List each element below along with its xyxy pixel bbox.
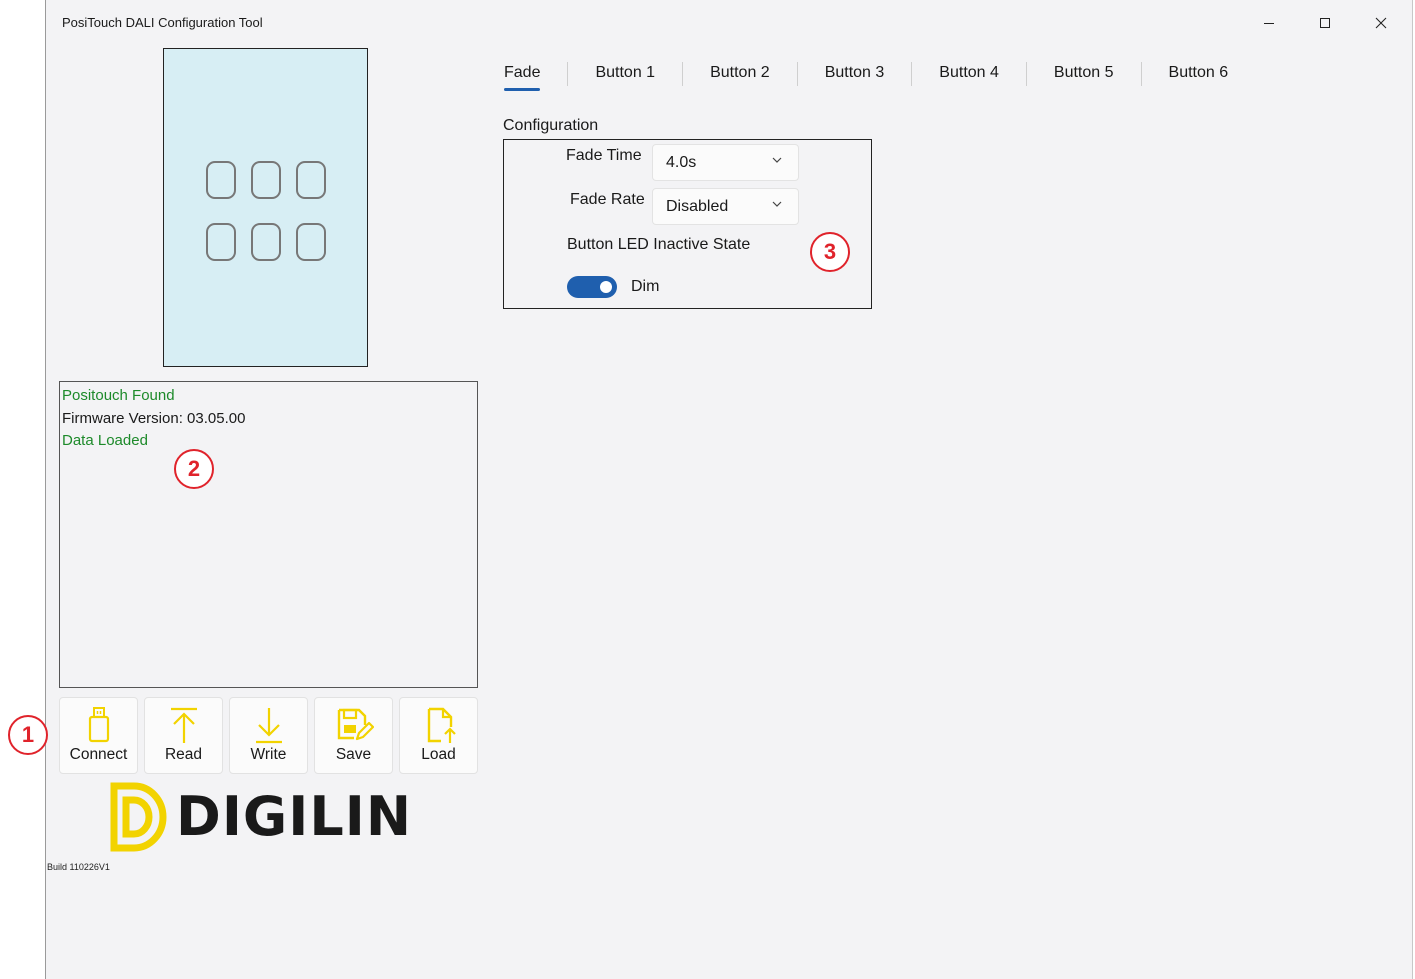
load-button[interactable]: Load bbox=[399, 697, 478, 774]
status-log: Positouch Found Firmware Version: 03.05.… bbox=[59, 381, 478, 688]
toggle-state-label: Dim bbox=[631, 278, 660, 295]
device-preview bbox=[163, 48, 368, 367]
preview-button-3[interactable] bbox=[296, 161, 326, 199]
window-title: PosiTouch DALI Configuration Tool bbox=[62, 15, 263, 30]
tab-separator bbox=[1025, 62, 1027, 86]
connect-label: Connect bbox=[69, 746, 128, 763]
preview-button-5[interactable] bbox=[251, 223, 281, 261]
close-icon bbox=[1375, 17, 1387, 29]
app-window: PosiTouch DALI Configuration Tool Posito… bbox=[45, 0, 1413, 979]
tab-separator bbox=[567, 62, 569, 86]
download-arrow-icon bbox=[255, 708, 282, 744]
tab-button-3[interactable]: Button 3 bbox=[825, 62, 885, 84]
tab-button-2[interactable]: Button 2 bbox=[710, 62, 770, 84]
save-button[interactable]: Save bbox=[314, 697, 393, 774]
minimize-button[interactable] bbox=[1246, 8, 1292, 38]
configuration-panel: Fade Time 4.0s Fade Rate Disabled Button… bbox=[503, 139, 872, 309]
minimize-icon bbox=[1264, 23, 1274, 24]
digilin-logo-icon bbox=[110, 782, 167, 852]
logo-text: DIGILIN bbox=[176, 785, 413, 848]
fade-time-label: Fade Time bbox=[566, 147, 642, 164]
connect-button[interactable]: Connect bbox=[59, 697, 138, 774]
log-line: Positouch Found bbox=[62, 387, 175, 404]
fade-rate-select[interactable]: Disabled bbox=[652, 188, 799, 225]
preview-button-1[interactable] bbox=[206, 161, 236, 199]
load-label: Load bbox=[421, 746, 456, 763]
chevron-down-icon bbox=[772, 157, 782, 163]
action-toolbar: Connect Read Write Save Load bbox=[59, 697, 478, 774]
fade-time-value: 4.0s bbox=[666, 154, 697, 171]
company-logo: DIGILIN bbox=[110, 782, 412, 852]
tab-button-6[interactable]: Button 6 bbox=[1169, 62, 1229, 84]
tab-separator bbox=[682, 62, 684, 86]
tab-button-5[interactable]: Button 5 bbox=[1054, 62, 1114, 84]
upload-arrow-icon bbox=[170, 707, 197, 743]
tab-separator bbox=[911, 62, 913, 86]
floppy-edit-icon bbox=[337, 708, 374, 741]
tab-separator bbox=[1140, 62, 1142, 86]
usb-drive-icon bbox=[88, 707, 109, 743]
log-line: Data Loaded bbox=[62, 432, 148, 449]
callout-marker-1: 1 bbox=[8, 715, 48, 755]
toggle-knob bbox=[600, 281, 612, 293]
chevron-down-icon bbox=[772, 201, 782, 207]
tab-button-4[interactable]: Button 4 bbox=[939, 62, 999, 84]
preview-button-6[interactable] bbox=[296, 223, 326, 261]
save-label: Save bbox=[335, 746, 372, 763]
file-upload-icon bbox=[427, 707, 456, 743]
title-bar: PosiTouch DALI Configuration Tool bbox=[46, 0, 1412, 46]
callout-marker-3: 3 bbox=[810, 232, 850, 272]
led-state-toggle[interactable] bbox=[567, 276, 617, 298]
write-button[interactable]: Write bbox=[229, 697, 308, 774]
log-line: Firmware Version: 03.05.00 bbox=[62, 409, 246, 427]
read-button[interactable]: Read bbox=[144, 697, 223, 774]
preview-button-2[interactable] bbox=[251, 161, 281, 199]
fade-rate-value: Disabled bbox=[666, 198, 729, 215]
led-inactive-state-label: Button LED Inactive State bbox=[567, 236, 751, 253]
build-label: Build 110226V1 bbox=[47, 862, 110, 872]
write-label: Write bbox=[250, 746, 287, 763]
configuration-heading: Configuration bbox=[503, 117, 599, 134]
tab-fade[interactable]: Fade bbox=[504, 62, 541, 91]
maximize-button[interactable] bbox=[1302, 8, 1348, 38]
callout-marker-2: 2 bbox=[174, 449, 214, 489]
tab-bar: Fade Button 1 Button 2 Button 3 Button 4… bbox=[504, 62, 1228, 102]
preview-button-4[interactable] bbox=[206, 223, 236, 261]
maximize-icon bbox=[1320, 18, 1330, 28]
fade-rate-label: Fade Rate bbox=[570, 191, 645, 208]
close-button[interactable] bbox=[1358, 8, 1404, 38]
read-label: Read bbox=[164, 746, 203, 763]
tab-separator bbox=[796, 62, 798, 86]
tab-button-1[interactable]: Button 1 bbox=[595, 62, 655, 84]
fade-time-select[interactable]: 4.0s bbox=[652, 144, 799, 181]
